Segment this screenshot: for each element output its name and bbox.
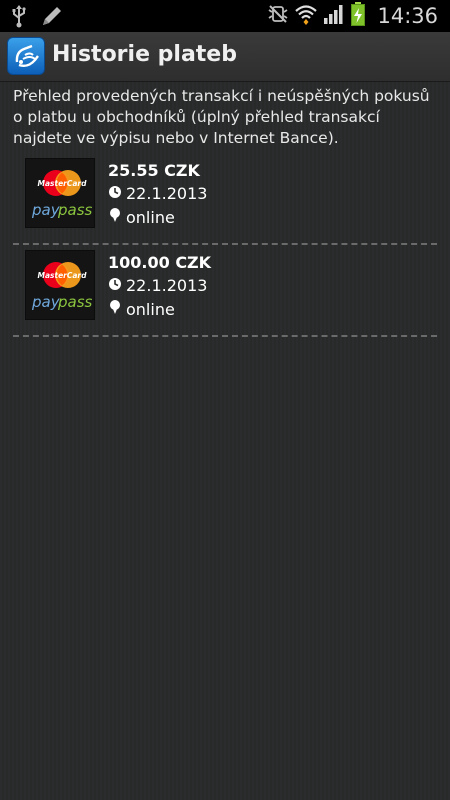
paypass-pass-label: pass [57, 201, 93, 219]
paypass-logo: MasterCard pay pass [25, 250, 95, 320]
transaction-item[interactable]: MasterCard pay pass 100.00 CZK 22.1.2013 [0, 247, 450, 339]
divider [13, 243, 437, 245]
transaction-amount: 100.00 CZK [108, 253, 212, 272]
location-pin-icon [108, 207, 122, 227]
transaction-date-row: 22.1.2013 [108, 184, 207, 203]
nfc-payment-icon [15, 44, 39, 68]
clock: 14:36 [377, 4, 438, 28]
transaction-date: 22.1.2013 [126, 184, 208, 203]
clock-icon [108, 276, 122, 295]
wifi-icon [295, 3, 318, 29]
intro-text: Přehled provedených transakcí i neúspěšn… [13, 87, 430, 147]
usb-icon [10, 4, 28, 32]
transaction-amount: 25.55 CZK [108, 161, 200, 180]
edit-icon [40, 4, 64, 32]
paypass-pass-label: pass [57, 293, 93, 311]
action-bar: Historie plateb [0, 32, 450, 82]
screen: 14:36 Historie plateb Přehled provedenýc… [0, 0, 450, 800]
divider [13, 335, 437, 337]
mute-icon [267, 4, 289, 28]
transaction-channel: online [126, 299, 175, 319]
transaction-channel-row: online [108, 207, 175, 227]
page-title: Historie plateb [52, 42, 237, 67]
transaction-channel: online [126, 207, 175, 227]
transaction-date: 22.1.2013 [126, 276, 208, 295]
signal-icon [323, 4, 345, 28]
paypass-pay-label: pay [31, 201, 61, 219]
paypass-logo: MasterCard pay pass [25, 158, 95, 228]
mastercard-label: MasterCard [38, 271, 88, 280]
transaction-list: MasterCard pay pass 25.55 CZK 22.1.2013 [0, 155, 450, 339]
battery-charging-icon [351, 2, 366, 30]
location-pin-icon [108, 299, 122, 319]
paypass-pay-label: pay [31, 293, 61, 311]
transaction-item[interactable]: MasterCard pay pass 25.55 CZK 22.1.2013 [0, 155, 450, 247]
mastercard-label: MasterCard [38, 179, 88, 188]
clock-icon [108, 184, 122, 203]
transaction-channel-row: online [108, 299, 175, 319]
transaction-date-row: 22.1.2013 [108, 276, 207, 295]
status-bar: 14:36 [0, 0, 450, 32]
app-icon[interactable] [7, 37, 45, 75]
